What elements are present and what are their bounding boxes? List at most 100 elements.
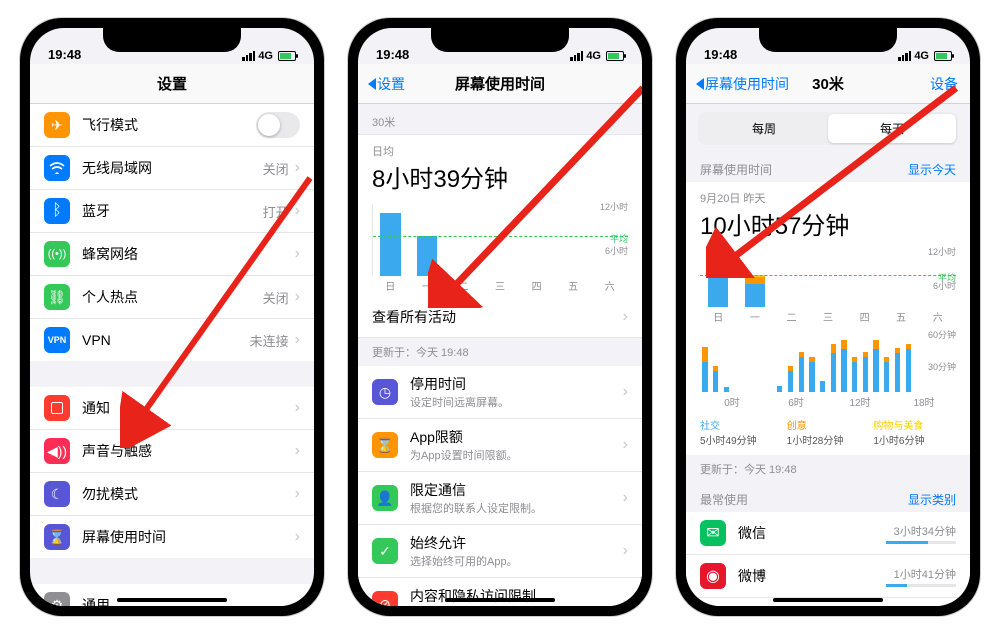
nav-bar: 屏幕使用时间 30米 设备 xyxy=(686,64,970,104)
row-app-limits[interactable]: ⌛ App限额为App设置时间限额。 › xyxy=(358,419,642,472)
hourglass-icon: ⌛ xyxy=(376,437,393,454)
app-weibo[interactable]: ◉ 微博 1小时41分钟 xyxy=(686,555,970,598)
hourly-labels: 0时6时12时18时 xyxy=(700,392,956,409)
category-row: 社交5小时49分钟 创意1小时28分钟 购物与美食1小时6分钟 xyxy=(686,413,970,455)
seg-week[interactable]: 每周 xyxy=(700,114,828,143)
chevron-right-icon: › xyxy=(295,288,300,306)
section-label: 屏幕使用时间 xyxy=(700,161,772,178)
row-wifi[interactable]: 无线局域网 关闭 › xyxy=(30,147,314,190)
show-today-link[interactable]: 显示今天 xyxy=(908,161,956,178)
chevron-right-icon: › xyxy=(623,308,628,326)
notch xyxy=(759,28,897,52)
chevron-left-icon xyxy=(368,78,376,90)
status-net: 4G xyxy=(586,50,601,62)
phone-2: 19:48 4G 设置 屏幕使用时间 30米 日均 8小时39分钟 12小时 平… xyxy=(348,18,652,616)
notch xyxy=(103,28,241,52)
back-button[interactable]: 设置 xyxy=(368,74,405,94)
chart-day-labels: 日一二三四五六 xyxy=(372,276,628,293)
airplane-toggle[interactable] xyxy=(256,112,300,138)
signal-icon xyxy=(570,51,583,61)
chevron-right-icon: › xyxy=(295,331,300,349)
weibo-icon: ◉ xyxy=(706,566,720,586)
clock-icon: ◷ xyxy=(379,384,391,401)
chevron-right-icon: › xyxy=(295,442,300,460)
updated-label: 更新于：今天 19:48 xyxy=(358,338,642,366)
chevron-right-icon: › xyxy=(295,245,300,263)
status-time: 19:48 xyxy=(48,47,81,62)
devices-button[interactable]: 设备 xyxy=(930,74,958,94)
row-downtime[interactable]: ◷ 停用时间设定时间远离屏幕。 › xyxy=(358,366,642,419)
bluetooth-icon: ᛒ xyxy=(52,202,62,220)
battery-icon xyxy=(932,51,952,61)
avg-value: 8小时39分钟 xyxy=(358,159,642,198)
status-net: 4G xyxy=(258,50,273,62)
row-cellular[interactable]: ((•)) 蜂窝网络 › xyxy=(30,233,314,276)
row-dnd[interactable]: ☾ 勿扰模式 › xyxy=(30,473,314,516)
nav-title: 设置 xyxy=(157,73,187,94)
nav-title: 屏幕使用时间 xyxy=(455,73,545,94)
settings-group-2: 通知 › ◀)) 声音与触感 › ☾ 勿扰模式 › ⌛ 屏幕使用时间 › xyxy=(30,387,314,558)
hourly-stacked-chart: 60分钟 30分钟 xyxy=(700,332,956,392)
chevron-right-icon: › xyxy=(623,595,628,606)
segment-control[interactable]: 每周 每天 xyxy=(698,112,958,145)
home-indicator[interactable] xyxy=(773,598,883,602)
chevron-right-icon: › xyxy=(623,383,628,401)
row-always-allowed[interactable]: ✓ 始终允许选择始终可用的App。 › xyxy=(358,525,642,578)
hourglass-icon: ⌛ xyxy=(48,529,65,546)
row-bluetooth[interactable]: ᛒ 蓝牙 打开 › xyxy=(30,190,314,233)
back-button[interactable]: 屏幕使用时间 xyxy=(696,74,789,94)
row-notifications[interactable]: 通知 › xyxy=(30,387,314,430)
chevron-right-icon: › xyxy=(623,489,628,507)
show-categories-link[interactable]: 显示类别 xyxy=(908,491,956,508)
check-icon: ✓ xyxy=(379,543,391,560)
row-airplane[interactable]: ✈ 飞行模式 xyxy=(30,104,314,147)
row-general[interactable]: ⚙ 通用 › xyxy=(30,584,314,606)
date-line: 9月20日 昨天 xyxy=(686,182,970,206)
gear-icon: ⚙ xyxy=(51,597,64,607)
phone-3: 19:48 4G 屏幕使用时间 30米 设备 每周 每天 屏幕使用时间 显示今天… xyxy=(676,18,980,616)
bell-icon xyxy=(51,402,63,414)
app-wechat[interactable]: ✉ 微信 3小时34分钟 xyxy=(686,512,970,555)
link-icon: ⛓ xyxy=(48,289,66,306)
chevron-right-icon: › xyxy=(295,202,300,220)
signal-icon xyxy=(898,51,911,61)
chevron-right-icon: › xyxy=(623,542,628,560)
battery-icon xyxy=(604,51,624,61)
block-icon: ⊘ xyxy=(379,596,391,607)
moon-icon: ☾ xyxy=(51,486,64,503)
battery-icon xyxy=(276,51,296,61)
chevron-right-icon: › xyxy=(295,399,300,417)
status-time: 19:48 xyxy=(376,47,409,62)
weekly-stacked-chart: 12小时 平均 6小时 xyxy=(700,249,956,307)
phone-1: 19:48 4G 设置 ✈ 飞行模式 无线局域网 关闭 › ᛒ 蓝牙 xyxy=(20,18,324,616)
row-sounds[interactable]: ◀)) 声音与触感 › xyxy=(30,430,314,473)
chevron-right-icon: › xyxy=(295,596,300,606)
row-view-all-activity[interactable]: 查看所有活动 › xyxy=(358,297,642,337)
chevron-right-icon: › xyxy=(623,436,628,454)
updated-label: 更新于：今天 19:48 xyxy=(686,455,970,483)
volume-icon: ◀)) xyxy=(47,443,67,460)
screentime-options: ◷ 停用时间设定时间远离屏幕。 › ⌛ App限额为App设置时间限额。 › 👤… xyxy=(358,366,642,606)
home-indicator[interactable] xyxy=(445,598,555,602)
row-communication-limits[interactable]: 👤 限定通信根据您的联系人设定限制。 › xyxy=(358,472,642,525)
home-indicator[interactable] xyxy=(117,598,227,602)
seg-day[interactable]: 每天 xyxy=(828,114,956,143)
chevron-left-icon xyxy=(696,78,704,90)
chevron-right-icon: › xyxy=(295,528,300,546)
chart-day-labels: 日一二三四五六 xyxy=(700,307,956,324)
chevron-right-icon: › xyxy=(295,159,300,177)
signal-icon xyxy=(242,51,255,61)
chevron-right-icon: › xyxy=(295,485,300,503)
settings-group-3: ⚙ 通用 › ⌥ 控制中心 › AA 显示与亮度 › ▦ 主屏幕 › ⊕ 辅助功 xyxy=(30,584,314,606)
wifi-icon xyxy=(49,162,65,174)
nav-bar: 设置 xyxy=(30,64,314,104)
total-time: 10小时57分钟 xyxy=(686,206,970,245)
wechat-icon: ✉ xyxy=(706,523,719,543)
row-hotspot[interactable]: ⛓ 个人热点 关闭 › xyxy=(30,276,314,319)
device-row[interactable]: 30米 xyxy=(358,104,642,134)
row-screentime[interactable]: ⌛ 屏幕使用时间 › xyxy=(30,516,314,558)
most-used-label: 最常使用 xyxy=(700,491,748,508)
row-vpn[interactable]: VPN VPN 未连接 › xyxy=(30,319,314,361)
notch xyxy=(431,28,569,52)
status-net: 4G xyxy=(914,50,929,62)
